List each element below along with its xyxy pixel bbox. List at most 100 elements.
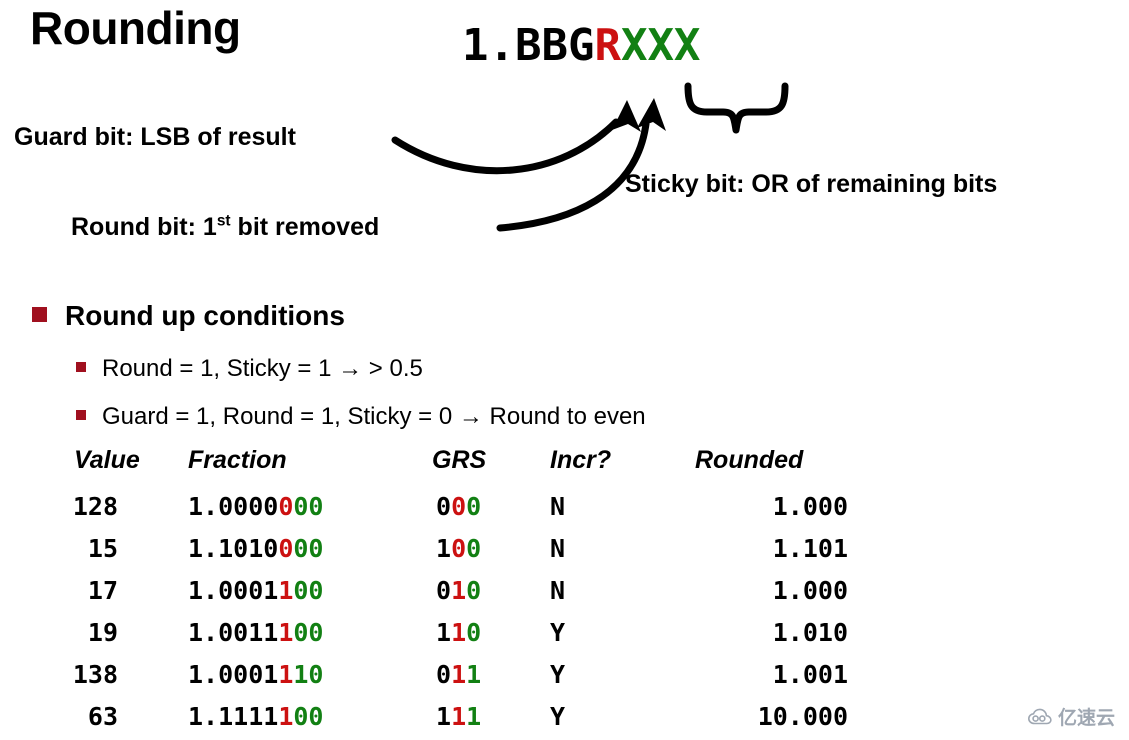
- watermark: 亿速云: [1027, 703, 1115, 730]
- cell-grs: 111: [430, 696, 540, 738]
- cell-incr: Y: [550, 660, 566, 689]
- cell-value: 17: [87, 576, 118, 605]
- cloud-icon: [1027, 708, 1052, 724]
- fraction-kept-bits: 1.0001: [188, 660, 279, 689]
- grs-round-bit: 1: [451, 618, 467, 647]
- sub-bullet-square-icon: [76, 362, 86, 372]
- column-header-grs: GRS: [432, 446, 487, 474]
- fraction-sticky-bits: 00: [293, 702, 324, 731]
- fraction-sticky-bits: 00: [293, 576, 324, 605]
- fraction-round-bit: 1: [278, 660, 294, 689]
- cell-value: 138: [72, 660, 118, 689]
- bullet-round-up-conditions: Round up conditions: [32, 300, 345, 332]
- grs-sticky-bit: 0: [466, 618, 482, 647]
- grs-round-bit: 0: [451, 492, 467, 521]
- grs-sticky-bit: 0: [466, 534, 482, 563]
- grs-guard-bit: 0: [436, 660, 452, 689]
- cell-incr: Y: [550, 702, 566, 731]
- sub-bullet-1-label: Round = 1, Sticky = 1 → > 0.5: [102, 355, 423, 382]
- cell-value: 128: [72, 492, 118, 521]
- grs-guard-bit: 1: [436, 702, 452, 731]
- table-row: 19 1.0011100 110 Y 1.010: [0, 612, 860, 654]
- cell-incr: N: [550, 576, 566, 605]
- cell-fraction: 1.0000000: [180, 486, 430, 528]
- fraction-kept-bits: 1.0000: [188, 492, 279, 521]
- cell-incr: N: [550, 534, 566, 563]
- bullet-square-icon: [32, 307, 47, 322]
- column-header-rounded: Rounded: [695, 446, 804, 474]
- bit-pattern-diagram: 1.BBGRXXX: [462, 24, 700, 68]
- sticky-bits-brace: [684, 82, 789, 134]
- grs-round-bit: 0: [451, 534, 467, 563]
- column-header-fraction: Fraction: [188, 446, 287, 474]
- cell-value: 63: [87, 702, 118, 731]
- sub-bullet-condition-1: Round = 1, Sticky = 1 → > 0.5: [76, 355, 423, 383]
- round-bit-label-superscript: st: [216, 212, 231, 230]
- bit-pattern-prefix: 1.BBG: [462, 20, 595, 71]
- rounding-examples-table: Value Fraction GRS Incr? Rounded 128 1.00…: [0, 446, 1129, 738]
- grs-sticky-bit: 1: [466, 702, 482, 731]
- grs-round-bit: 1: [451, 576, 467, 605]
- bit-pattern-round-char: R: [594, 20, 621, 71]
- fraction-round-bit: 1: [278, 576, 294, 605]
- fraction-kept-bits: 1.0011: [188, 618, 279, 647]
- sub-bullet-square-icon: [76, 410, 86, 420]
- table-row: 138 1.0001110 011 Y 1.001: [0, 654, 860, 696]
- fraction-round-bit: 0: [278, 492, 294, 521]
- cell-value: 15: [87, 534, 118, 563]
- round-bit-label-post: bit removed: [230, 213, 380, 241]
- grs-guard-bit: 0: [436, 492, 452, 521]
- fraction-round-bit: 1: [278, 702, 294, 731]
- table-row: 15 1.1010000 100 N 1.101: [0, 528, 860, 570]
- grs-sticky-bit: 0: [466, 576, 482, 605]
- fraction-round-bit: 1: [278, 618, 294, 647]
- column-header-value: Value: [74, 446, 140, 474]
- bullet-main-label: Round up conditions: [65, 300, 345, 331]
- table-row: 63 1.1111100 111 Y 10.000: [0, 696, 860, 738]
- fraction-sticky-bits: 00: [293, 618, 324, 647]
- cell-fraction: 1.1010000: [180, 528, 430, 570]
- watermark-text: 亿速云: [1057, 708, 1115, 729]
- cell-rounded: 1.010: [772, 618, 848, 647]
- fraction-kept-bits: 1.1111: [188, 702, 279, 731]
- round-bit-callout-label: Round bit: 1st bit removed: [71, 213, 379, 242]
- page-title: Rounding: [30, 2, 241, 54]
- cell-fraction: 1.0001110: [180, 654, 430, 696]
- cell-grs: 110: [430, 612, 540, 654]
- cell-rounded: 1.000: [772, 492, 848, 521]
- cell-rounded: 1.001: [772, 660, 848, 689]
- grs-guard-bit: 0: [436, 576, 452, 605]
- fraction-sticky-bits: 10: [293, 660, 324, 689]
- cell-fraction: 1.1111100: [180, 696, 430, 738]
- cell-value: 19: [87, 618, 118, 647]
- fraction-sticky-bits: 00: [293, 492, 324, 521]
- bit-pattern-sticky-chars: XXX: [620, 20, 701, 71]
- grs-round-bit: 1: [451, 660, 467, 689]
- grs-guard-bit: 1: [436, 534, 452, 563]
- cell-incr: Y: [550, 618, 566, 647]
- sub-bullet-2-label: Guard = 1, Round = 1, Sticky = 0 → Round…: [102, 403, 646, 430]
- fraction-round-bit: 0: [278, 534, 294, 563]
- guard-bit-arrow: [391, 100, 641, 175]
- table-header-row: Value Fraction GRS Incr? Rounded: [0, 446, 860, 486]
- cell-grs: 000: [430, 486, 540, 528]
- column-header-incr: Incr?: [550, 446, 612, 474]
- sub-bullet-condition-2: Guard = 1, Round = 1, Sticky = 0 → Round…: [76, 403, 646, 431]
- cell-incr: N: [550, 492, 566, 521]
- cell-grs: 010: [430, 570, 540, 612]
- cell-grs: 011: [430, 654, 540, 696]
- grs-round-bit: 1: [451, 702, 467, 731]
- grs-sticky-bit: 0: [466, 492, 482, 521]
- grs-sticky-bit: 1: [466, 660, 482, 689]
- fraction-kept-bits: 1.0001: [188, 576, 279, 605]
- round-bit-label-pre: Round bit: 1: [71, 213, 217, 241]
- grs-guard-bit: 1: [436, 618, 452, 647]
- guard-bit-callout-label: Guard bit: LSB of result: [14, 123, 296, 151]
- cell-grs: 100: [430, 528, 540, 570]
- cell-rounded: 10.000: [757, 702, 848, 731]
- cell-fraction: 1.0011100: [180, 612, 430, 654]
- cell-rounded: 1.000: [772, 576, 848, 605]
- cell-rounded: 1.101: [772, 534, 848, 563]
- table-row: 17 1.0001100 010 N 1.000: [0, 570, 860, 612]
- table-row: 128 1.0000000 000 N 1.000: [0, 486, 860, 528]
